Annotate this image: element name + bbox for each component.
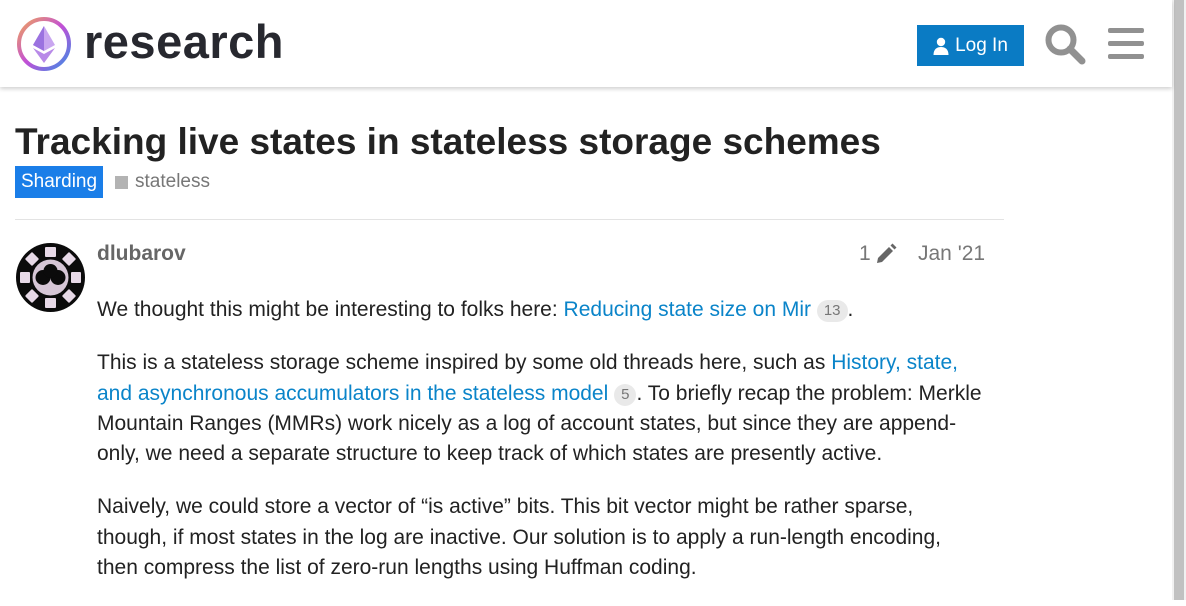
site-name[interactable]: research [84,12,284,72]
post-text: . [847,298,854,321]
post-text: We thought this might be interesting to … [97,298,564,321]
tag-label: stateless [135,171,210,192]
edit-count-value: 1 [859,242,871,265]
category-badge[interactable]: Sharding [15,166,104,198]
topic-title[interactable]: Tracking live states in stateless storag… [15,120,881,164]
topic-tag[interactable]: stateless [115,168,210,196]
edit-history[interactable]: 1 [859,240,897,268]
post-date[interactable]: Jan '21 [918,240,985,268]
pencil-icon [876,243,897,263]
post-author[interactable]: dlubarov [97,240,186,268]
post-text: Naively, we could store a vector of “is … [97,495,941,580]
divider [15,219,1004,220]
login-label: Log In [955,34,1008,56]
post-paragraph: We thought this might be interesting to … [97,295,987,325]
login-button[interactable]: Log In [917,25,1024,66]
tag-square-icon [115,175,128,189]
post-paragraph: This is a stateless storage scheme inspi… [97,348,987,469]
avatar[interactable] [16,243,85,312]
link-click-count: 13 [816,300,848,322]
search-icon[interactable] [1044,23,1086,65]
post-paragraph: Naively, we could store a vector of “is … [97,492,987,583]
logo-icon[interactable] [16,16,72,72]
link-reducing-state-size[interactable]: Reducing state size on Mir [564,298,811,321]
hamburger-menu-icon[interactable] [1108,26,1144,60]
site-header: research Log In [0,0,1172,87]
scrollbar-thumb[interactable] [1174,0,1184,600]
post-text: This is a stateless storage scheme inspi… [97,351,832,375]
post-body: We thought this might be interesting to … [97,295,987,606]
link-click-count: 5 [614,383,637,406]
user-icon [933,37,949,55]
